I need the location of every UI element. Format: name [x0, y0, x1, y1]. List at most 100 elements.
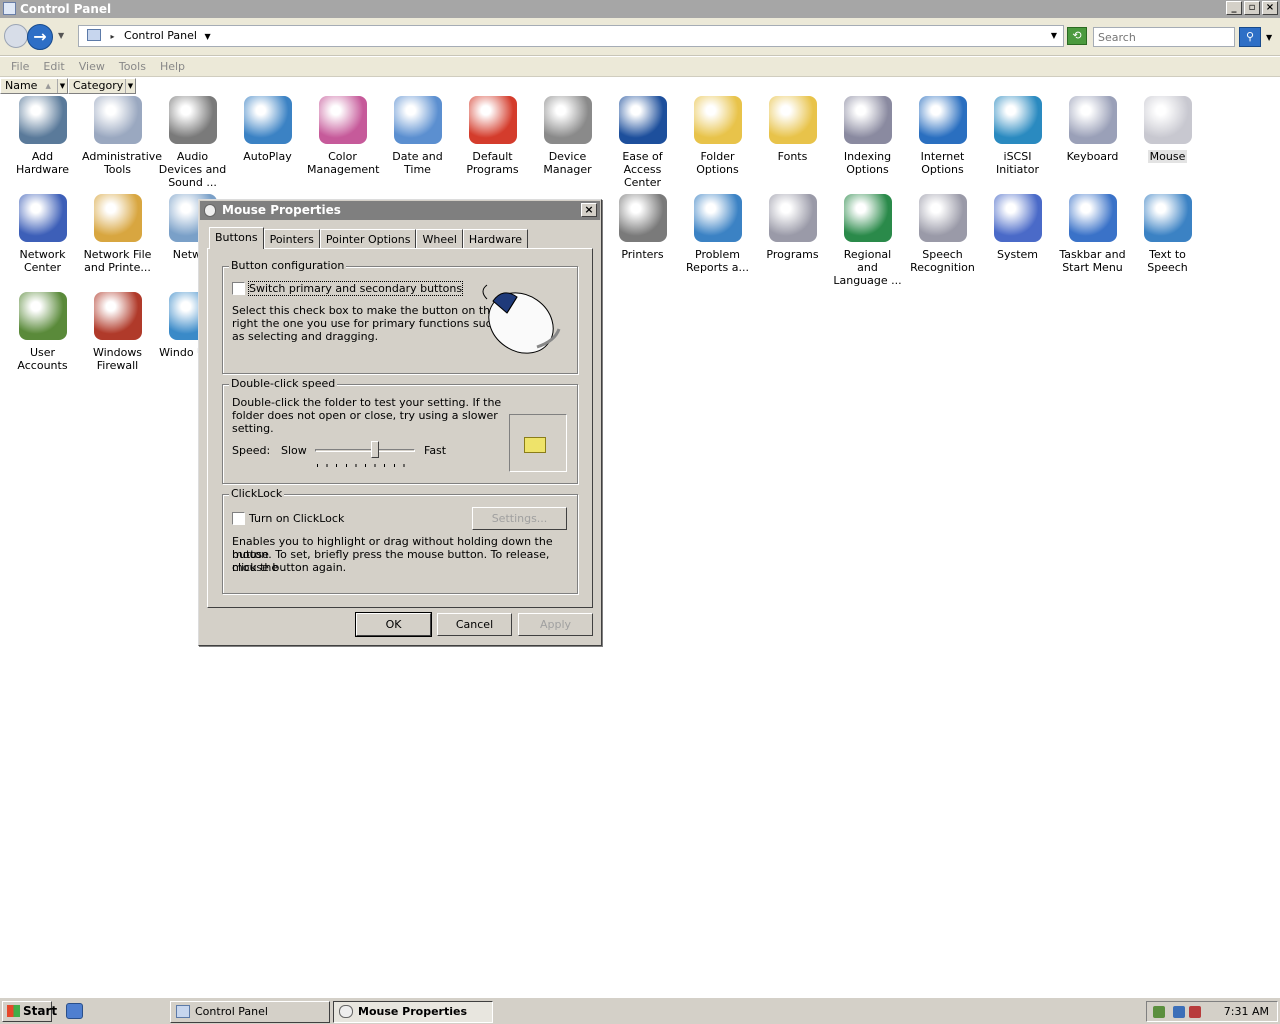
quick-launch-icon[interactable]: [66, 1003, 83, 1019]
column-dropdown-icon[interactable]: ▼: [57, 79, 67, 93]
menu-view[interactable]: View: [72, 57, 112, 76]
control-panel-item[interactable]: Windows Firewall: [80, 290, 155, 372]
column-header-label: Category: [73, 79, 124, 92]
recent-pages-dropdown-icon[interactable]: ▼: [58, 31, 64, 40]
control-panel-item[interactable]: Network Center: [5, 192, 80, 274]
control-panel-item[interactable]: Network File and Printe...: [80, 192, 155, 274]
tab-hardware[interactable]: Hardware: [462, 229, 529, 249]
control-panel-item[interactable]: Mouse: [1130, 94, 1205, 163]
dialog-title: Mouse Properties: [222, 203, 341, 217]
start-button[interactable]: Start: [2, 1001, 57, 1022]
menu-bar: File Edit View Tools Help: [0, 57, 1280, 77]
control-panel-item-label: Regional and Language ...: [833, 248, 902, 287]
problem-reports-icon: [693, 194, 742, 242]
start-label: Start: [23, 1004, 58, 1018]
column-header-name[interactable]: Name ▲ ▼: [0, 78, 68, 94]
ok-button[interactable]: OK: [355, 612, 432, 637]
folder-icon[interactable]: [524, 437, 546, 453]
control-panel-item[interactable]: iSCSI Initiator: [980, 94, 1055, 176]
tab-pointers[interactable]: Pointers: [263, 229, 320, 249]
control-panel-item[interactable]: Internet Options: [905, 94, 980, 176]
menu-help[interactable]: Help: [153, 57, 192, 76]
control-panel-item-label: Color Management: [307, 150, 380, 176]
address-dropdown-icon[interactable]: ▼: [1051, 26, 1057, 46]
menu-tools[interactable]: Tools: [112, 57, 153, 76]
cancel-button[interactable]: Cancel: [437, 613, 512, 636]
control-panel-item[interactable]: AutoPlay: [230, 94, 305, 163]
close-button[interactable]: ×: [1262, 1, 1278, 15]
calendar-clock-icon: [393, 96, 442, 144]
taskbar-item-control-panel[interactable]: Control Panel: [170, 1001, 330, 1023]
control-panel-item[interactable]: Taskbar and Start Menu: [1055, 192, 1130, 274]
control-panel-item[interactable]: Problem Reports a...: [680, 192, 755, 274]
switch-buttons-label[interactable]: Switch primary and secondary buttons: [247, 281, 464, 296]
search-dropdown-icon[interactable]: ▼: [1266, 33, 1272, 42]
control-panel-item[interactable]: Ease of Access Center: [605, 94, 680, 189]
clicklock-description-line: mouse button again.: [232, 561, 347, 574]
control-panel-item[interactable]: Folder Options: [680, 94, 755, 176]
double-click-test-area[interactable]: [509, 414, 567, 472]
control-panel-item[interactable]: Indexing Options: [830, 94, 905, 176]
control-panel-item[interactable]: System: [980, 192, 1055, 261]
volume-muted-icon[interactable]: [1189, 1006, 1201, 1018]
dialog-close-button[interactable]: ×: [581, 203, 597, 217]
security-shield-icon[interactable]: [1153, 1006, 1165, 1018]
control-panel-item-label: Keyboard: [1066, 150, 1119, 163]
control-panel-item-label: Speech Recognition: [910, 248, 975, 274]
control-panel-item[interactable]: Fonts: [755, 94, 830, 163]
globe-document-icon: [918, 96, 967, 144]
button-config-description-line: as selecting and dragging.: [232, 330, 379, 343]
menu-edit[interactable]: Edit: [36, 57, 71, 76]
dialog-titlebar: Mouse Properties ×: [200, 201, 600, 220]
breadcrumb-separator-icon[interactable]: ▸: [111, 32, 115, 41]
breadcrumb-control-panel[interactable]: Control Panel: [124, 29, 197, 42]
search-input[interactable]: [1093, 27, 1235, 47]
speed-slider-thumb[interactable]: [371, 441, 379, 458]
control-panel-item[interactable]: Device Manager: [530, 94, 605, 176]
menu-file[interactable]: File: [4, 57, 36, 76]
control-panel-item-label: User Accounts: [17, 346, 68, 372]
refresh-button[interactable]: ⟲: [1067, 27, 1087, 45]
clicklock-settings-button[interactable]: Settings...: [472, 507, 567, 530]
control-panel-item[interactable]: Speech Recognition: [905, 192, 980, 274]
network-icon[interactable]: [1173, 1006, 1185, 1018]
forward-button[interactable]: →: [27, 24, 53, 50]
control-panel-item[interactable]: Color Management: [305, 94, 380, 176]
control-panel-item[interactable]: Regional and Language ...: [830, 192, 905, 287]
control-panel-item[interactable]: Add Hardware: [5, 94, 80, 176]
control-panel-item[interactable]: User Accounts: [5, 290, 80, 372]
clicklock-label[interactable]: Turn on ClickLock: [249, 512, 344, 525]
taskbar-item-label: Mouse Properties: [358, 1005, 468, 1018]
apply-button[interactable]: Apply: [518, 613, 593, 636]
control-panel-item[interactable]: Date and Time: [380, 94, 455, 176]
clock[interactable]: 7:31 AM: [1224, 1005, 1269, 1018]
speed-slider-track[interactable]: [315, 449, 415, 452]
network-file-folder-icon: [93, 194, 142, 242]
tab-buttons[interactable]: Buttons: [209, 227, 264, 249]
clicklock-checkbox[interactable]: [232, 512, 245, 525]
control-panel-item[interactable]: Text to Speech: [1130, 192, 1205, 274]
control-panel-item[interactable]: Administrative Tools: [80, 94, 162, 176]
tab-wheel[interactable]: Wheel: [416, 229, 463, 249]
slider-ticks: [317, 464, 413, 467]
double-click-description-line: folder does not open or close, try using…: [232, 409, 498, 422]
minimize-button[interactable]: _: [1226, 1, 1242, 15]
control-panel-item[interactable]: Default Programs: [455, 94, 530, 176]
search-button[interactable]: ⚲: [1239, 27, 1261, 47]
control-panel-item[interactable]: Audio Devices and Sound ...: [155, 94, 230, 189]
tab-pointer-options[interactable]: Pointer Options: [319, 229, 417, 249]
taskbar-icon: [1068, 194, 1117, 242]
back-button[interactable]: [4, 24, 28, 48]
column-dropdown-icon[interactable]: ▼: [125, 79, 135, 93]
admin-tools-icon: [93, 96, 142, 144]
control-panel-item[interactable]: Keyboard: [1055, 94, 1130, 163]
control-panel-item[interactable]: Programs: [755, 192, 830, 261]
ease-of-access-icon: [618, 96, 667, 144]
column-header-category[interactable]: Category ▼: [68, 78, 136, 94]
address-bar[interactable]: ▸ Control Panel ▼ ▼: [78, 25, 1064, 47]
breadcrumb-dropdown-icon[interactable]: ▼: [204, 32, 210, 41]
maximize-button[interactable]: ▫: [1244, 1, 1260, 15]
switch-buttons-checkbox[interactable]: [232, 282, 245, 295]
taskbar-item-mouse-properties[interactable]: Mouse Properties: [333, 1001, 493, 1023]
control-panel-item[interactable]: Printers: [605, 192, 680, 261]
